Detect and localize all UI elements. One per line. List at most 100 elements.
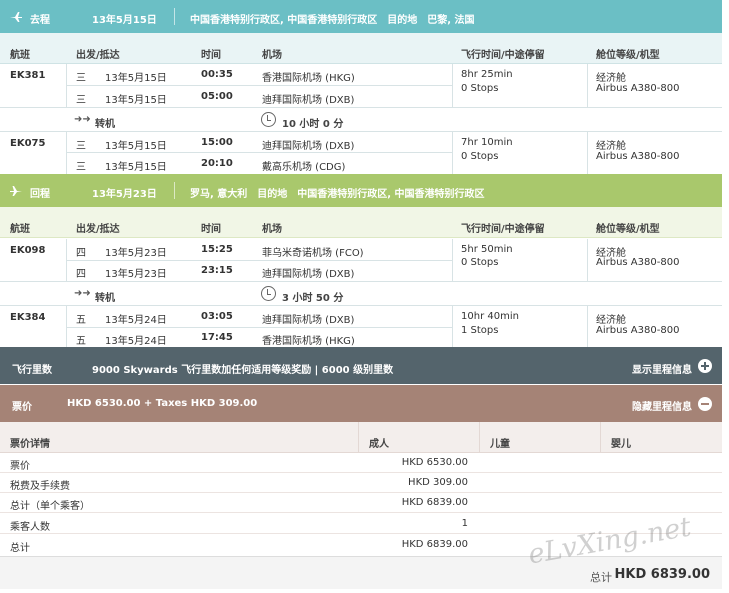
adult-value: HKD 6530.00 bbox=[401, 457, 468, 468]
date: 13年5月15日 bbox=[105, 95, 167, 106]
connection-label: 转机 bbox=[95, 293, 115, 304]
col-duration: 飞行时间/中途停留 bbox=[461, 224, 545, 235]
fare-row: 票价 HKD 6530.00 bbox=[0, 453, 722, 473]
table-row: EK075 三 13年5月15日 15:00 迪拜国际机场 (DXB) 7hr … bbox=[0, 132, 722, 153]
col-fare-details: 票价详情 bbox=[10, 439, 50, 450]
airport: 迪拜国际机场 (DXB) bbox=[262, 315, 355, 326]
adult-value: HKD 309.00 bbox=[408, 477, 468, 488]
col-infant: 婴儿 bbox=[611, 439, 631, 450]
time: 15:25 bbox=[201, 244, 233, 255]
date: 13年5月24日 bbox=[105, 336, 167, 347]
col-cabin: 舱位等级/机型 bbox=[596, 224, 660, 235]
duration: 10hr 40min bbox=[461, 311, 519, 322]
time: 03:05 bbox=[201, 311, 233, 322]
connection-row: ➜➜ 转机 10 小时 0 分 bbox=[0, 107, 722, 132]
fare-label: 总计 bbox=[10, 543, 30, 554]
col-time: 时间 bbox=[201, 50, 221, 61]
plane-icon bbox=[10, 186, 22, 196]
airport: 菲乌米奇诺机场 (FCO) bbox=[262, 248, 364, 259]
duration: 7hr 10min bbox=[461, 137, 513, 148]
col-cabin: 舱位等级/机型 bbox=[596, 50, 660, 61]
date: 13年5月15日 bbox=[105, 162, 167, 173]
clock-icon bbox=[261, 112, 276, 127]
transfer-icon: ➜➜ bbox=[74, 288, 91, 299]
aircraft: Airbus A380-800 bbox=[596, 151, 680, 162]
weekday: 三 bbox=[76, 95, 86, 106]
outbound-date: 13年5月15日 bbox=[92, 15, 157, 26]
date: 13年5月15日 bbox=[105, 73, 167, 84]
outbound-table-header: 航班 出发/抵达 时间 机场 飞行时间/中途停留 舱位等级/机型 bbox=[0, 33, 722, 64]
fare-label: 总计（单个乘客） bbox=[10, 501, 90, 512]
plane-icon bbox=[10, 12, 22, 22]
connection-duration: 10 小时 0 分 bbox=[282, 119, 344, 130]
flight-number: EK075 bbox=[10, 138, 46, 149]
col-flight: 航班 bbox=[10, 224, 30, 235]
time: 15:00 bbox=[201, 137, 233, 148]
table-row: 四 13年5月23日 23:15 迪拜国际机场 (DXB) 0 Stops Ai… bbox=[0, 257, 722, 281]
clock-icon bbox=[261, 286, 276, 301]
date: 13年5月23日 bbox=[105, 269, 167, 280]
cabin: 经济舱 bbox=[596, 141, 626, 152]
minus-icon[interactable] bbox=[698, 397, 712, 411]
col-flight: 航班 bbox=[10, 50, 30, 61]
hide-miles-link[interactable]: 隐藏里程信息 bbox=[632, 398, 692, 413]
stops: 0 Stops bbox=[461, 83, 499, 94]
miles-bar: 飞行里数 9000 Skywards 飞行里数加任何适用等级奖励 | 6000 … bbox=[0, 347, 722, 384]
col-depart-arrive: 出发/抵达 bbox=[76, 50, 120, 61]
col-duration: 飞行时间/中途停留 bbox=[461, 50, 545, 61]
duration: 8hr 25min bbox=[461, 69, 513, 80]
aircraft: Airbus A380-800 bbox=[596, 325, 680, 336]
inbound-route: 罗马, 意大利 目的地 中国香港特别行政区, 中国香港特别行政区 bbox=[190, 189, 485, 200]
date: 13年5月15日 bbox=[105, 141, 167, 152]
airport: 香港国际机场 (HKG) bbox=[262, 73, 355, 84]
inbound-label: 回程 bbox=[30, 189, 50, 200]
date: 13年5月23日 bbox=[105, 248, 167, 259]
fare-summary: HKD 6530.00 + Taxes HKD 309.00 bbox=[67, 398, 258, 409]
airport: 香港国际机场 (HKG) bbox=[262, 336, 355, 347]
plus-icon[interactable] bbox=[698, 359, 712, 373]
fare-bar: 票价 HKD 6530.00 + Taxes HKD 309.00 隐藏里程信息 bbox=[0, 385, 722, 422]
weekday: 三 bbox=[76, 162, 86, 173]
weekday: 三 bbox=[76, 141, 86, 152]
table-row: 三 13年5月15日 20:10 戴高乐机场 (CDG) 0 Stops Air… bbox=[0, 151, 722, 174]
flight-number: EK381 bbox=[10, 70, 46, 81]
table-row: EK384 五 13年5月24日 03:05 迪拜国际机场 (DXB) 10hr… bbox=[0, 306, 722, 327]
date: 13年5月24日 bbox=[105, 315, 167, 326]
weekday: 四 bbox=[76, 269, 86, 280]
weekday: 五 bbox=[76, 336, 86, 347]
divider bbox=[174, 8, 175, 25]
outbound-route: 中国香港特别行政区, 中国香港特别行政区 目的地 巴黎, 法国 bbox=[190, 15, 475, 26]
table-row: EK381 三 13年5月15日 00:35 香港国际机场 (HKG) 8hr … bbox=[0, 64, 722, 85]
connection-duration: 3 小时 50 分 bbox=[282, 293, 344, 304]
grand-total-bar: 总计 HKD 6839.00 bbox=[0, 556, 722, 589]
duration: 5hr 50min bbox=[461, 244, 513, 255]
col-child: 儿童 bbox=[490, 439, 510, 450]
col-adult: 成人 bbox=[369, 439, 389, 450]
inbound-table-header: 航班 出发/抵达 时间 机场 飞行时间/中途停留 舱位等级/机型 bbox=[0, 207, 722, 238]
col-airport: 机场 bbox=[262, 224, 282, 235]
grand-total-label: 总计 bbox=[590, 571, 612, 584]
airport: 迪拜国际机场 (DXB) bbox=[262, 141, 355, 152]
col-depart-arrive: 出发/抵达 bbox=[76, 224, 120, 235]
grand-total-value: HKD 6839.00 bbox=[614, 567, 710, 582]
show-miles-link[interactable]: 显示里程信息 bbox=[632, 361, 692, 376]
connection-row: ➜➜ 转机 3 小时 50 分 bbox=[0, 281, 722, 306]
inbound-header: 回程 13年5月23日 罗马, 意大利 目的地 中国香港特别行政区, 中国香港特… bbox=[0, 174, 722, 207]
cabin: 经济舱 bbox=[596, 315, 626, 326]
miles-detail: 9000 Skywards 飞行里数加任何适用等级奖励 | 6000 级别里数 bbox=[92, 365, 394, 376]
outbound-label: 去程 bbox=[30, 15, 50, 26]
aircraft: Airbus A380-800 bbox=[596, 257, 680, 268]
miles-title: 飞行里数 bbox=[12, 365, 52, 376]
weekday: 四 bbox=[76, 248, 86, 259]
divider bbox=[174, 182, 175, 199]
aircraft: Airbus A380-800 bbox=[596, 83, 680, 94]
time: 23:15 bbox=[201, 265, 233, 276]
cabin: 经济舱 bbox=[596, 73, 626, 84]
inbound-date: 13年5月23日 bbox=[92, 189, 157, 200]
time: 20:10 bbox=[201, 158, 233, 169]
stops: 1 Stops bbox=[461, 325, 499, 336]
fare-label: 票价 bbox=[10, 461, 30, 472]
adult-total: HKD 6839.00 bbox=[401, 539, 468, 550]
weekday: 三 bbox=[76, 73, 86, 84]
flight-number: EK098 bbox=[10, 245, 46, 256]
